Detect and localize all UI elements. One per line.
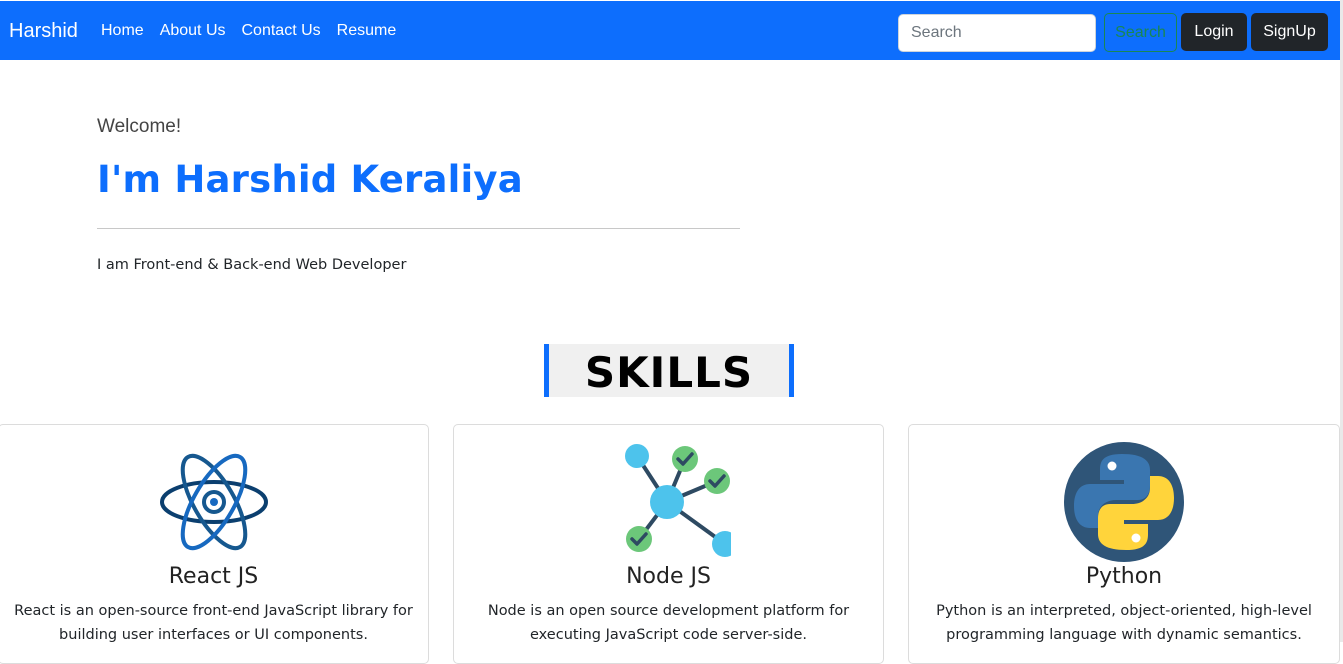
skill-card-react: React JS React is an open-source front-e… (0, 424, 429, 664)
nav-link-contact-us[interactable]: Contact Us (242, 22, 321, 40)
nav-link-about-us[interactable]: About Us (160, 22, 226, 40)
welcome-text: Welcome! (97, 116, 182, 137)
skill-card-python: Python Python is an interpreted, object-… (908, 424, 1340, 664)
skill-card-text: Python is an interpreted, object-oriente… (936, 603, 1312, 643)
brand-logo[interactable]: Harshid (9, 20, 78, 43)
search-button[interactable]: Search (1104, 13, 1177, 52)
hero-subtitle: I am Front-end & Back-end Web Developer (97, 257, 407, 273)
skill-card-node: Node JS Node is an open source developme… (453, 424, 884, 664)
skill-card-text: Node is an open source development platf… (487, 603, 850, 643)
nav-link-home[interactable]: Home (101, 22, 144, 40)
search-input[interactable] (898, 14, 1096, 52)
login-button[interactable]: Login (1181, 13, 1247, 51)
python-logo-icon (1064, 442, 1184, 562)
skill-card-title: Python (1085, 564, 1163, 589)
hero-divider (97, 228, 740, 229)
skills-heading-box: SKILLS (544, 344, 794, 397)
nav-links: Home About Us Contact Us Resume (101, 22, 396, 40)
navbar: Harshid Home About Us Contact Us Resume … (0, 1, 1340, 60)
signup-button[interactable]: SignUp (1251, 13, 1328, 51)
react-atom-icon (159, 453, 268, 551)
nav-link-resume[interactable]: Resume (337, 22, 397, 40)
skill-card-text: React is an open-source front-end JavaSc… (14, 603, 413, 643)
skill-card-title: React JS (168, 564, 259, 589)
skill-card-title: Node JS (626, 564, 711, 589)
hero-title: I'm Harshid Keraliya (97, 158, 523, 201)
node-network-icon (624, 444, 731, 557)
skills-heading: SKILLS (584, 348, 754, 397)
